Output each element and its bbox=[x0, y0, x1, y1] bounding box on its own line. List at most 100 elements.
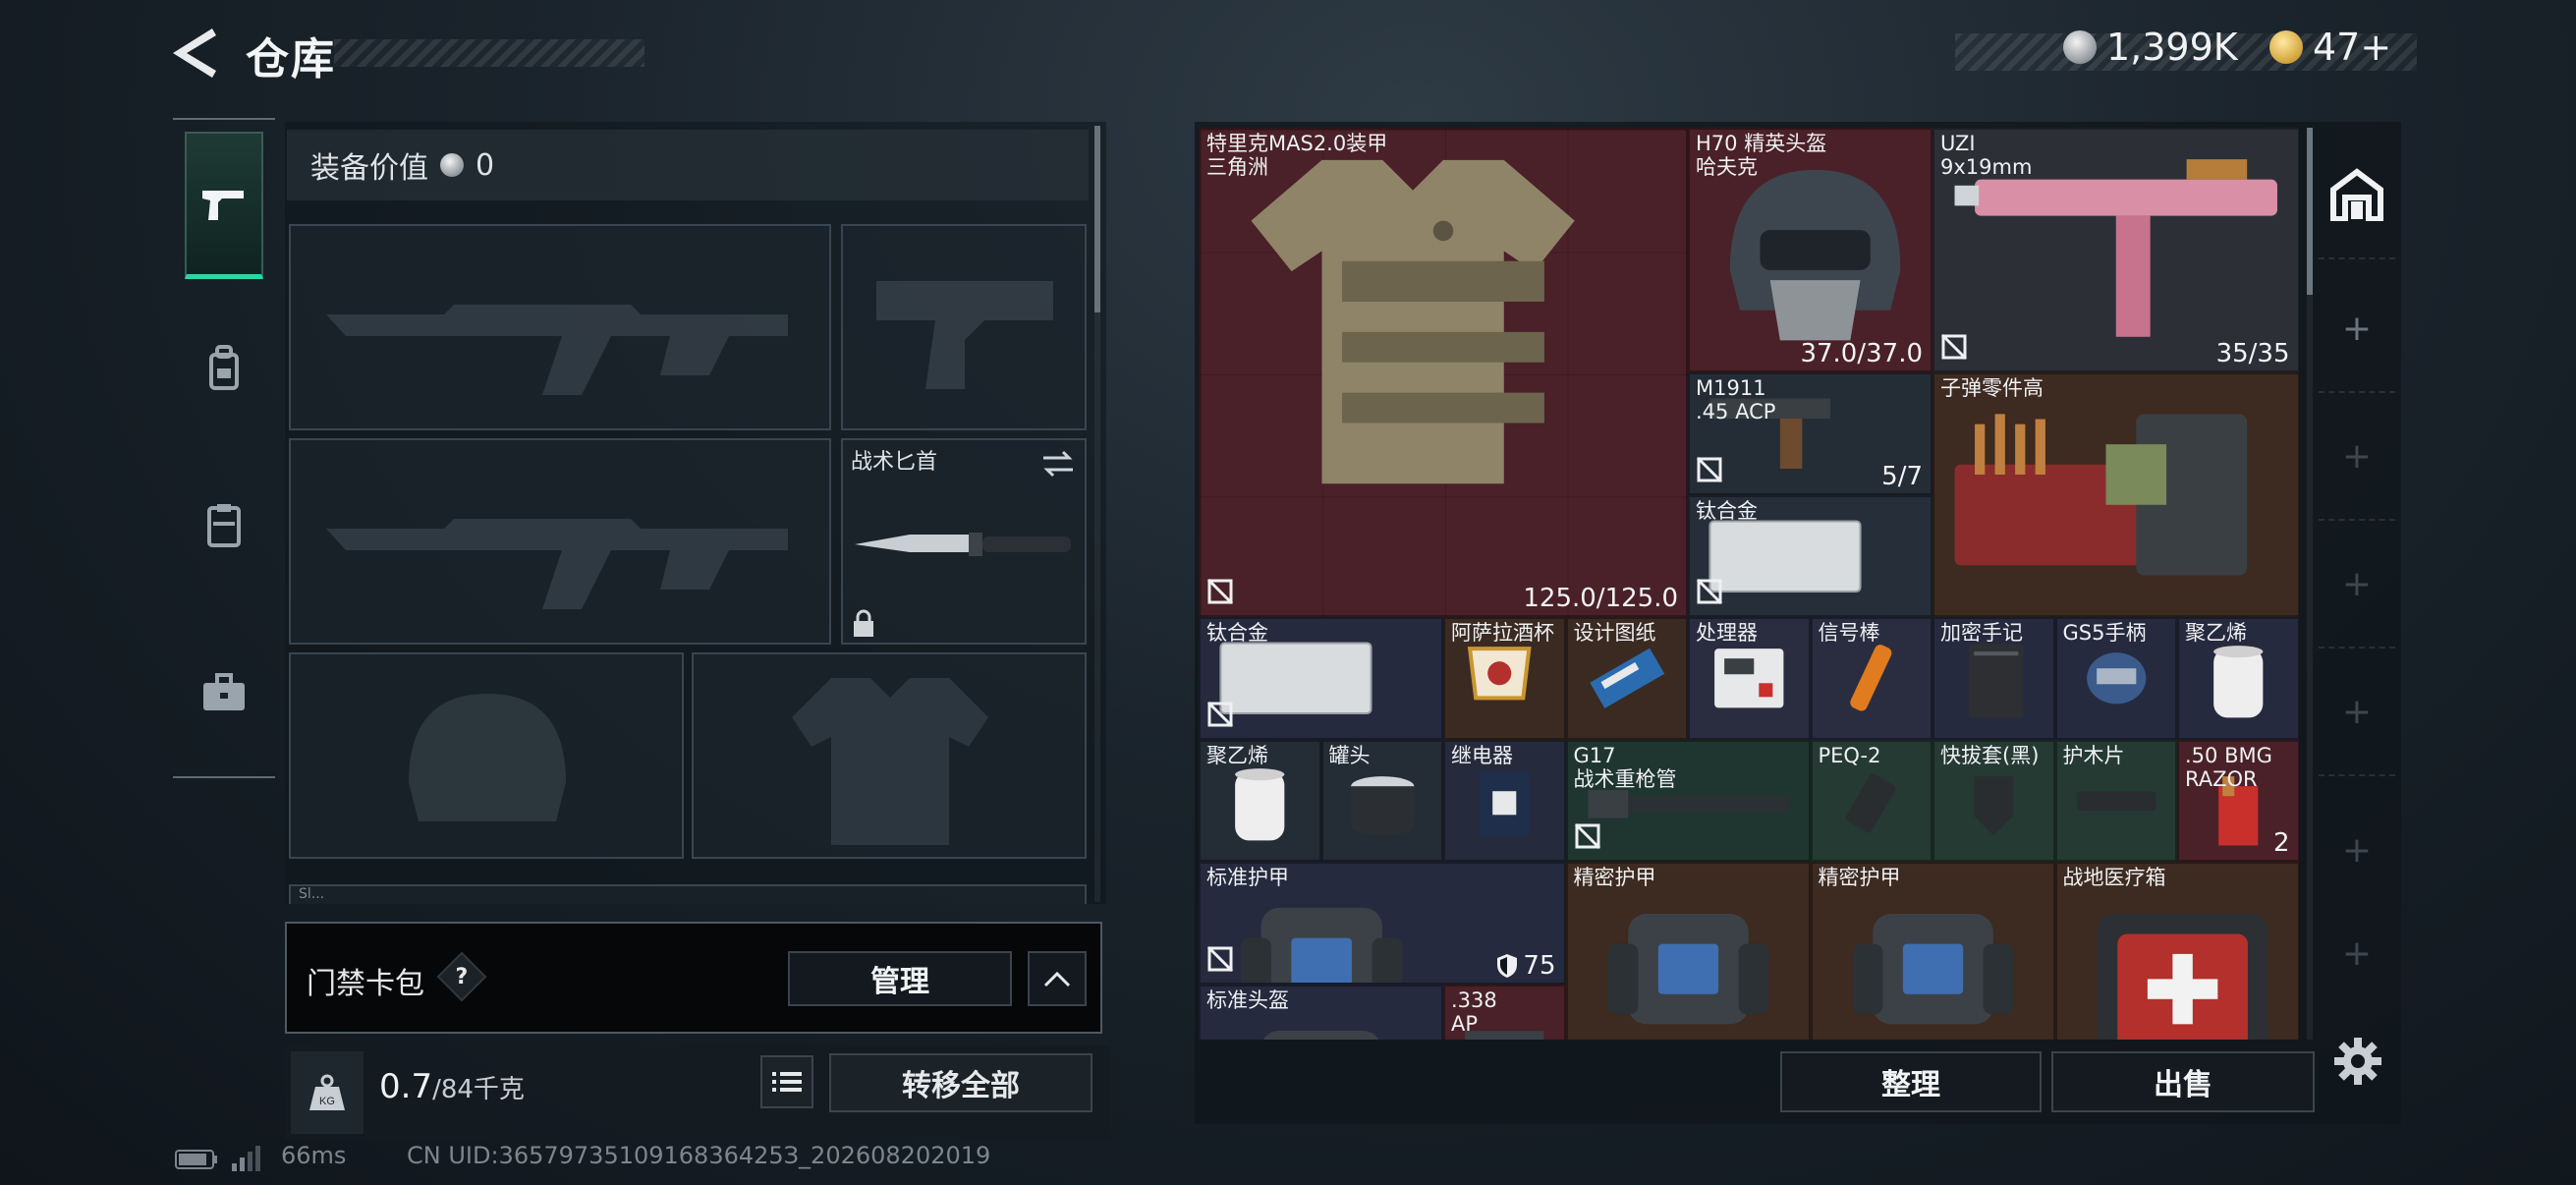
add-stash-tab-1[interactable]: + bbox=[2319, 265, 2395, 393]
stash-item[interactable]: UZI 9x19mm 35/35 bbox=[1932, 128, 2299, 372]
stash-item[interactable]: 聚乙烯 bbox=[1199, 739, 1321, 862]
loadout-scroll-thumb[interactable] bbox=[1094, 126, 1100, 312]
item-name: 精密护甲 bbox=[1818, 866, 1901, 889]
uid-text: CN UID:3657973510916836425З_202608202019 bbox=[407, 1142, 991, 1169]
item-name: 战地医疗箱 bbox=[2062, 866, 2166, 889]
stash-item[interactable]: 钛合金 bbox=[1199, 617, 1443, 740]
no-insure-icon bbox=[1696, 578, 1723, 609]
gold-currency[interactable]: 47+ bbox=[2269, 26, 2391, 69]
signal-icon bbox=[232, 1146, 260, 1171]
stash-item[interactable]: 精密护甲 bbox=[1565, 862, 1811, 1040]
battery-icon bbox=[175, 1150, 217, 1169]
armor-item-icon bbox=[1251, 159, 1575, 484]
stash-item[interactable]: M1911.45 ACP 5/7 bbox=[1688, 372, 1932, 495]
sidearm-slot[interactable] bbox=[841, 224, 1087, 430]
item-name: 钛合金 bbox=[1206, 621, 1268, 645]
secondary-weapon-slot[interactable] bbox=[289, 438, 831, 645]
briefcase-icon bbox=[203, 673, 245, 710]
stash-home-icon bbox=[2330, 168, 2383, 221]
value-coin-icon bbox=[440, 153, 464, 177]
silver-amount: 1,399K bbox=[2106, 26, 2238, 69]
stash-item[interactable]: 精密护甲 bbox=[1810, 862, 2055, 1040]
sort-button[interactable]: 整理 bbox=[1780, 1051, 2042, 1112]
add-stash-tab-4[interactable]: + bbox=[2319, 649, 2395, 776]
settings-button[interactable] bbox=[2328, 1032, 2387, 1091]
equipment-value-label: 装备价值 bbox=[310, 151, 428, 186]
stash-item[interactable]: 设计图纸 bbox=[1565, 617, 1688, 740]
stash-item[interactable]: GS5手柄 bbox=[2054, 617, 2177, 740]
stash-item[interactable]: 标准头盔 bbox=[1199, 984, 1443, 1040]
plus-icon: + bbox=[2341, 435, 2373, 477]
stash-item[interactable]: 子弹零件高 bbox=[1932, 372, 2299, 617]
manage-button[interactable]: 管理 bbox=[788, 951, 1012, 1006]
stash-item[interactable]: 特里克MAS2.0装甲 三角洲 125.0/125.0 bbox=[1199, 128, 1688, 617]
stash-item[interactable]: PEQ-2 bbox=[1810, 739, 1932, 862]
stash-item[interactable]: .50 BMG RAZOR 2 bbox=[2177, 739, 2299, 862]
armor-silhouette-icon bbox=[792, 678, 988, 845]
list-view-button[interactable] bbox=[760, 1055, 813, 1108]
equipment-value-row: 装备价值 0 bbox=[287, 130, 1089, 200]
item-name: G17 战术重枪管 bbox=[1573, 743, 1677, 791]
item-name: UZI 9x19mm bbox=[1940, 132, 2033, 179]
nav-case[interactable] bbox=[185, 619, 263, 766]
ammo-item-icon bbox=[1954, 414, 2248, 576]
swap-icon[interactable] bbox=[1041, 450, 1075, 478]
chevron-up-icon bbox=[1043, 971, 1071, 988]
sell-button[interactable]: 出售 bbox=[2051, 1051, 2315, 1112]
item-name: 子弹零件高 bbox=[1940, 376, 2044, 400]
item-name: 罐头 bbox=[1328, 743, 1371, 767]
stash-item[interactable]: 钛合金 bbox=[1688, 494, 1932, 617]
item-name: 标准护甲 bbox=[1206, 866, 1289, 889]
ping-text: 66ms bbox=[281, 1142, 347, 1169]
pistol-silhouette-icon bbox=[876, 281, 1053, 389]
stash-item[interactable]: 标准护甲 75 bbox=[1199, 862, 1566, 985]
melee-slot[interactable]: 战术匕首 bbox=[841, 438, 1087, 645]
keycard-label: 门禁卡包 bbox=[307, 967, 424, 1001]
expand-button[interactable] bbox=[1028, 951, 1087, 1006]
item-name: 护木片 bbox=[2062, 743, 2125, 767]
stash-item[interactable]: 护木片 bbox=[2054, 739, 2177, 862]
stash-item[interactable]: 信号棒 bbox=[1810, 617, 1932, 740]
lock-icon bbox=[854, 609, 873, 637]
nav-weapons[interactable] bbox=[185, 132, 263, 279]
add-stash-tab-2[interactable]: + bbox=[2319, 393, 2395, 521]
stash-item[interactable]: 继电器 bbox=[1443, 739, 1566, 862]
stash-item[interactable]: G17 战术重枪管 bbox=[1565, 739, 1811, 862]
stash-item[interactable]: 加密手记 bbox=[1932, 617, 2055, 740]
stash-item[interactable]: 罐头 bbox=[1320, 739, 1443, 862]
back-button[interactable] bbox=[167, 26, 222, 81]
primary-weapon-slot[interactable] bbox=[289, 224, 831, 430]
rifle-silhouette-icon bbox=[326, 519, 788, 609]
stash-tab-home[interactable] bbox=[2319, 132, 2395, 259]
helmet-slot[interactable] bbox=[289, 652, 684, 859]
chest-rig-slot[interactable]: Sl... bbox=[289, 884, 1087, 904]
nav-vest[interactable] bbox=[185, 452, 263, 599]
stash-item[interactable]: 战地医疗箱 bbox=[2054, 862, 2299, 1040]
equipment-value: 0 bbox=[476, 147, 495, 183]
no-insure-icon bbox=[1206, 945, 1234, 977]
stash-item[interactable]: 阿萨拉酒杯 bbox=[1443, 617, 1566, 740]
stash-item[interactable]: .338 AP bbox=[1443, 984, 1566, 1040]
item-name: GS5手柄 bbox=[2062, 621, 2147, 645]
plus-icon: + bbox=[2341, 691, 2373, 732]
no-insure-icon bbox=[1206, 701, 1234, 732]
transfer-all-button[interactable]: 转移全部 bbox=[829, 1053, 1092, 1112]
backpack-icon bbox=[209, 345, 239, 390]
stash-scroll-thumb[interactable] bbox=[2307, 128, 2313, 295]
add-stash-tab-6[interactable]: + bbox=[2319, 914, 2395, 992]
stash-item[interactable]: 处理器 bbox=[1688, 617, 1811, 740]
melee-label: 战术匕首 bbox=[851, 450, 938, 475]
stash-item[interactable]: 聚乙烯 bbox=[2177, 617, 2299, 740]
bag-item-icon bbox=[1852, 914, 2013, 1025]
add-stash-tab-3[interactable]: + bbox=[2319, 521, 2395, 649]
weight-icon: KG bbox=[309, 1074, 345, 1110]
item-value: 35/35 bbox=[2215, 339, 2290, 368]
armor-slot[interactable] bbox=[692, 652, 1087, 859]
no-insure-icon bbox=[1574, 822, 1601, 854]
add-stash-tab-5[interactable]: + bbox=[2319, 786, 2395, 914]
stash-item[interactable]: 快拔套(黑) bbox=[1932, 739, 2055, 862]
stash-item[interactable]: H70 精英头盔 哈夫克 37.0/37.0 bbox=[1688, 128, 1932, 372]
weight-readout: 0.7/84千克 bbox=[379, 1067, 525, 1106]
nav-backpack[interactable] bbox=[185, 295, 263, 442]
pistol-icon bbox=[202, 190, 244, 220]
